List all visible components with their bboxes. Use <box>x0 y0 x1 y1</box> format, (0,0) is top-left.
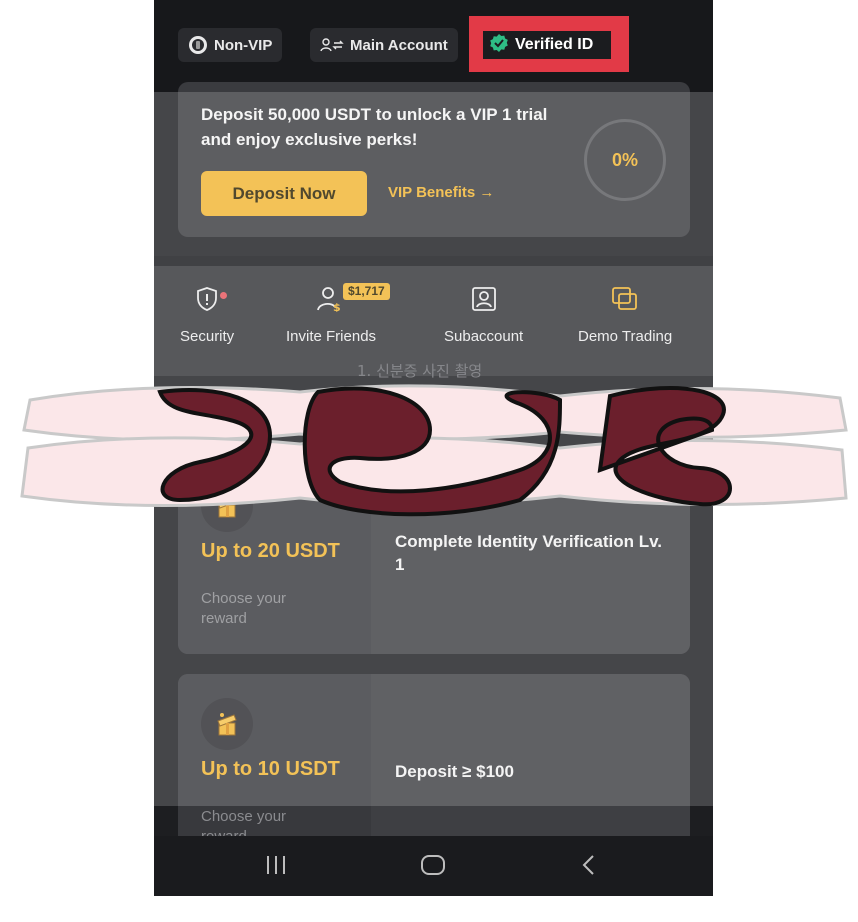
deposit-now-button[interactable]: Deposit Now <box>201 171 367 216</box>
home-icon[interactable] <box>420 854 446 881</box>
subaccount-icon <box>471 286 497 316</box>
shield-icon <box>195 286 219 316</box>
reward-sub-1: Choose your reward <box>201 590 287 627</box>
menu-item-demo-trading[interactable]: Demo Trading <box>578 286 672 345</box>
gift-box-icon <box>201 480 253 532</box>
invite-user-icon: $ <box>316 286 346 316</box>
menu-item-subaccount[interactable]: Subaccount <box>444 286 523 345</box>
vip-progress-ring: 0% <box>584 119 666 201</box>
invite-reward-badge: $1,717 <box>343 283 390 300</box>
vip-promo-card: Deposit 50,000 USDT to unlock a VIP 1 tr… <box>178 82 690 237</box>
my-rewards-title: My Rewards <box>178 412 289 433</box>
gift-box-icon <box>201 698 253 750</box>
overlay-instruction-2: 2. 본인 얼굴 촬영 <box>357 391 469 409</box>
vip-benefits-link[interactable]: VIP Benefits → <box>388 184 494 201</box>
switch-account-icon <box>320 37 344 53</box>
reward-card-1[interactable]: Up to 20 USDT Choose your reward Complet… <box>178 456 690 654</box>
reward-task-1: Complete Identity Verification Lv. 1 <box>395 532 663 574</box>
svg-text:$: $ <box>333 301 341 312</box>
recent-apps-icon[interactable] <box>264 854 288 881</box>
android-nav-bar <box>154 836 713 896</box>
phone-screen: Non-VIP Main Account Verified ID Deposit… <box>154 0 713 896</box>
demo-trading-icon <box>611 286 639 316</box>
verified-check-icon <box>489 33 509 58</box>
vip-coin-icon <box>188 35 208 55</box>
reward-amount-2: Up to 10 USDT <box>201 758 340 780</box>
verified-id-chip[interactable]: Verified ID <box>483 31 611 59</box>
reward-amount-1: Up to 20 USDT <box>201 540 340 562</box>
section-divider <box>154 256 713 266</box>
security-alert-dot <box>220 292 227 299</box>
verified-id-label: Verified ID <box>515 36 594 53</box>
profile-header: Non-VIP Main Account Verified ID <box>154 0 713 92</box>
back-icon[interactable] <box>580 854 598 881</box>
menu-label-subaccount: Subaccount <box>444 328 524 345</box>
reward-task-2: Deposit ≥ $100 <box>395 762 514 781</box>
vip-promo-text: Deposit 50,000 USDT to unlock a VIP 1 tr… <box>201 105 548 149</box>
account-switch-chip[interactable]: Main Account <box>310 28 458 62</box>
menu-label-demo-trading: Demo Trading <box>578 328 673 345</box>
menu-label-invite-friends: Invite Friends <box>286 328 377 345</box>
account-label: Main Account <box>350 36 448 54</box>
menu-label-security: Security <box>180 328 235 345</box>
vip-status-label: Non-VIP <box>214 36 273 54</box>
overlay-instruction-1: 1. 신분증 사진 촬영 <box>357 362 483 380</box>
vip-status-chip[interactable]: Non-VIP <box>178 28 283 62</box>
verified-highlight-box: Verified ID <box>469 16 629 72</box>
vip-progress-value: 0% <box>611 149 638 170</box>
